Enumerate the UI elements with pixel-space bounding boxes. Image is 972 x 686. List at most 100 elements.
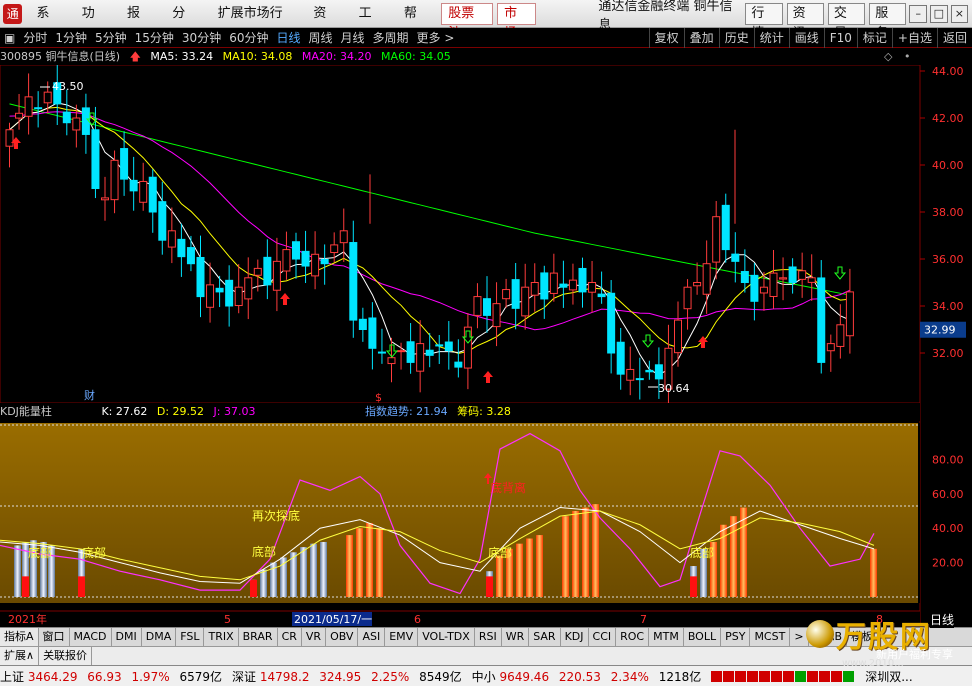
menu-item-function[interactable]: 功能 — [72, 0, 117, 49]
market-square-icon[interactable] — [783, 671, 795, 682]
extension-toggle[interactable]: 扩展∧ — [0, 647, 40, 665]
period-tab-monthly[interactable]: 月线 — [337, 28, 369, 48]
period-tab-30min[interactable]: 30分钟 — [178, 28, 225, 48]
sh-index: 上证 3464.29 66.93 1.97% 6579亿 — [0, 668, 222, 685]
period-tab-daily[interactable]: 日线 — [272, 28, 304, 48]
market-square-icon[interactable] — [807, 671, 819, 682]
market-square-icon[interactable] — [735, 671, 747, 682]
kdj-j: J: 37.03 — [213, 405, 256, 418]
kdj-energy-bar — [310, 543, 317, 597]
overlay-button[interactable]: 叠加 — [683, 28, 719, 48]
period-tab-timeshare[interactable]: 分时 — [19, 28, 51, 48]
history-button[interactable]: 历史 — [718, 28, 754, 48]
indicator-tab[interactable]: 窗口 — [39, 628, 70, 646]
indicator-tab[interactable]: MCST — [750, 628, 791, 646]
indicator-tab[interactable]: FSL — [176, 628, 205, 646]
candle-body — [377, 351, 386, 354]
menu-item-tools[interactable]: 工具 — [349, 0, 394, 49]
ma10-value: MA10: 34.08 — [222, 50, 293, 63]
indicator-tab[interactable]: TRIX — [204, 628, 239, 646]
finance-marker[interactable]: 财 — [84, 388, 95, 402]
market-square-icon[interactable] — [747, 671, 759, 682]
price-label: 36.00 — [932, 253, 964, 266]
indicator-tab[interactable]: 指标A — [0, 628, 39, 646]
market-square-icon[interactable] — [759, 671, 771, 682]
candle-body — [282, 249, 291, 272]
menu-item-market[interactable]: 市场 — [497, 2, 537, 41]
indicator-tab[interactable]: MTM — [649, 628, 684, 646]
indicator-tab[interactable]: BRAR — [239, 628, 278, 646]
market-square-icon[interactable] — [819, 671, 831, 682]
restore-rights-button[interactable]: 复权 — [648, 28, 684, 48]
stock-chart[interactable]: 44.00 42.00 40.00 38.00 36.00 34.00 32.00 32.99… — [0, 65, 972, 627]
indicator-tab[interactable]: EMV — [385, 628, 419, 646]
market-square-icon[interactable] — [831, 671, 843, 682]
close-icon[interactable]: × — [950, 4, 969, 23]
trade-button[interactable]: 交易 — [827, 2, 866, 41]
dot-icon[interactable]: • — [904, 50, 911, 63]
add-watchlist-button[interactable]: +自选 — [891, 28, 937, 48]
market-square-icon[interactable] — [795, 671, 807, 682]
indicator-tab[interactable]: VOL-TDX — [418, 628, 475, 646]
market-square-icon[interactable] — [843, 671, 855, 682]
indicator-tab[interactable]: DMI — [112, 628, 142, 646]
kdj-signal-label: 再次探底 — [252, 508, 300, 523]
market-square-icon[interactable] — [711, 671, 723, 682]
kdj-background — [0, 423, 918, 603]
menu-item-news[interactable]: 资讯 — [303, 0, 348, 49]
period-tab-more[interactable]: 更多 > — [413, 28, 459, 48]
period-tab-60min[interactable]: 60分钟 — [225, 28, 272, 48]
candle-body — [206, 284, 215, 308]
menu-item-stock-pool[interactable]: 股票池 — [441, 2, 494, 41]
period-tab-multi[interactable]: 多周期 — [369, 28, 413, 48]
collapse-icon[interactable]: ▣ — [0, 28, 19, 48]
menu-item-ext-market[interactable]: 扩展市场行情 — [208, 0, 304, 49]
market-square-icon[interactable] — [723, 671, 735, 682]
indicator-tab[interactable]: CR — [278, 628, 302, 646]
indicator-tab[interactable]: CCI — [589, 628, 617, 646]
diamond-icon[interactable]: ◇ — [884, 50, 892, 63]
indicator-tab[interactable]: PSY — [721, 628, 751, 646]
indicator-tab[interactable]: ROC — [616, 628, 650, 646]
sell-arrow-icon — [833, 266, 847, 280]
indicator-tab[interactable]: OBV — [326, 628, 359, 646]
indicator-tab[interactable]: DMA — [142, 628, 177, 646]
period-tab-15min[interactable]: 15分钟 — [131, 28, 178, 48]
period-tab-5min[interactable]: 5分钟 — [91, 28, 131, 48]
menu-item-help[interactable]: 帮助 — [394, 0, 439, 49]
indicator-tab[interactable]: WR — [502, 628, 530, 646]
f10-button[interactable]: F10 — [823, 28, 857, 48]
minimize-icon[interactable]: – — [909, 4, 928, 23]
back-button[interactable]: 返回 — [936, 28, 972, 48]
indicator-tab[interactable]: VR — [302, 628, 327, 646]
news-button[interactable]: 资讯 — [786, 2, 824, 41]
quote-button[interactable]: 行情 — [745, 2, 783, 41]
indicator-tab[interactable]: SAR — [529, 628, 561, 646]
mark-button[interactable]: 标记 — [856, 28, 892, 48]
indicator-tab[interactable]: RSI — [475, 628, 502, 646]
related-quote-tab[interactable]: 关联报价 — [39, 647, 93, 665]
statistics-button[interactable]: 统计 — [753, 28, 789, 48]
candle-body — [91, 129, 100, 189]
indicator-tab[interactable]: KDJ — [561, 628, 589, 646]
draw-line-button[interactable]: 画线 — [788, 28, 824, 48]
period-tab-weekly[interactable]: 周线 — [305, 28, 337, 48]
menu-item-system[interactable]: 系统 — [26, 0, 71, 49]
date-label: 7 — [640, 613, 647, 626]
market-square-icon[interactable] — [771, 671, 783, 682]
kdj-energy-bar — [526, 538, 533, 597]
candle-body — [645, 369, 654, 373]
kdj-energy-bar — [536, 535, 543, 597]
menu-item-analysis[interactable]: 分析 — [162, 0, 207, 49]
indicator-tab[interactable]: BOLL — [684, 628, 722, 646]
kdj-title[interactable]: KDJ能量柱 — [0, 405, 52, 418]
indicator-tab[interactable]: MACD — [70, 628, 112, 646]
candle-body — [101, 197, 109, 201]
stock-title[interactable]: 300895 铜牛信息(日线) — [0, 50, 120, 63]
period-tab-1min[interactable]: 1分钟 — [51, 28, 91, 48]
candle-body — [387, 357, 396, 365]
maximize-icon[interactable]: □ — [930, 4, 948, 23]
menu-item-quote[interactable]: 报价 — [117, 0, 162, 49]
indicator-tab[interactable]: ASI — [358, 628, 386, 646]
service-button[interactable]: 服务 — [869, 2, 907, 41]
